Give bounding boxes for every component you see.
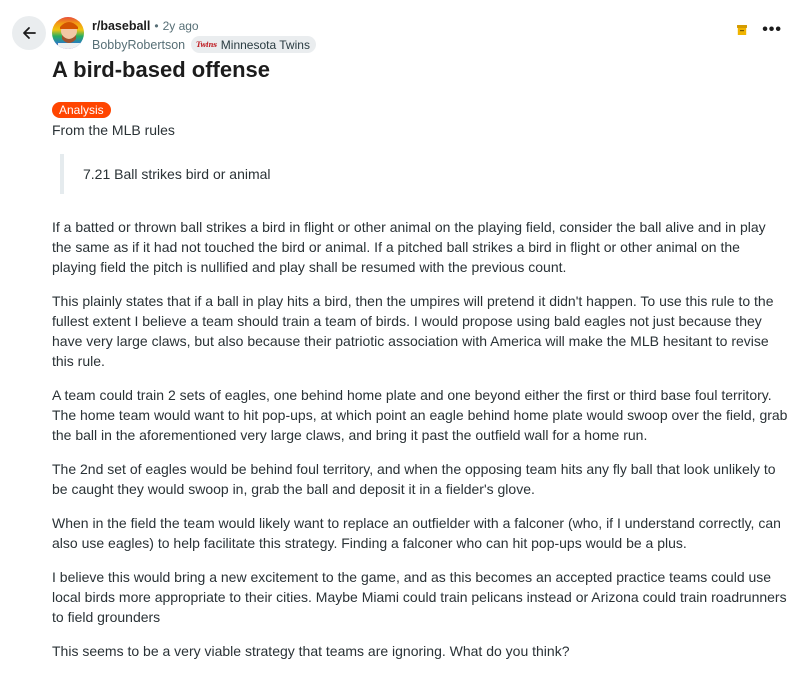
meta-separator: •	[154, 19, 159, 33]
body-paragraph: If a batted or thrown ball strikes a bir…	[52, 219, 766, 275]
author-username[interactable]: BobbyRobertson	[92, 37, 185, 53]
body-paragraph: A team could train 2 sets of eagles, one…	[52, 387, 788, 443]
back-button[interactable]	[12, 16, 46, 50]
save-button[interactable]	[736, 24, 748, 36]
post-actions: •••	[736, 21, 782, 38]
body-paragraph: I believe this would bring a new excitem…	[52, 569, 787, 625]
body-paragraph: This seems to be a very viable strategy …	[52, 643, 570, 659]
post-title: A bird-based offense	[52, 57, 270, 82]
quote-text: 7.21 Ball strikes bird or animal	[83, 166, 271, 182]
post-flair-badge[interactable]: Analysis	[52, 102, 111, 118]
post-meta: r/baseball • 2y ago BobbyRobertson Twins…	[92, 18, 316, 53]
user-flair-text: Minnesota Twins	[220, 37, 310, 52]
archive-icon	[737, 25, 748, 35]
subreddit-link[interactable]: r/baseball	[92, 18, 150, 34]
post-body: From the MLB rules 7.21 Ball strikes bir…	[52, 120, 788, 661]
body-paragraph: This plainly states that if a ball in pl…	[52, 293, 774, 369]
more-options-button[interactable]: •••	[762, 21, 782, 38]
avatar-image	[52, 17, 84, 49]
arrow-left-icon	[23, 27, 36, 39]
body-paragraph: When in the field the team would likely …	[52, 515, 781, 551]
post-timestamp: 2y ago	[162, 19, 199, 33]
more-horizontal-icon: •••	[762, 21, 782, 38]
blockquote: 7.21 Ball strikes bird or animal	[60, 154, 788, 194]
post-intro: From the MLB rules	[52, 122, 175, 138]
body-paragraph: The 2nd set of eagles would be behind fo…	[52, 461, 776, 497]
user-flair: Twins Minnesota Twins	[191, 36, 316, 53]
twins-logo-icon: Twins	[196, 39, 217, 49]
subreddit-avatar[interactable]	[52, 17, 84, 49]
